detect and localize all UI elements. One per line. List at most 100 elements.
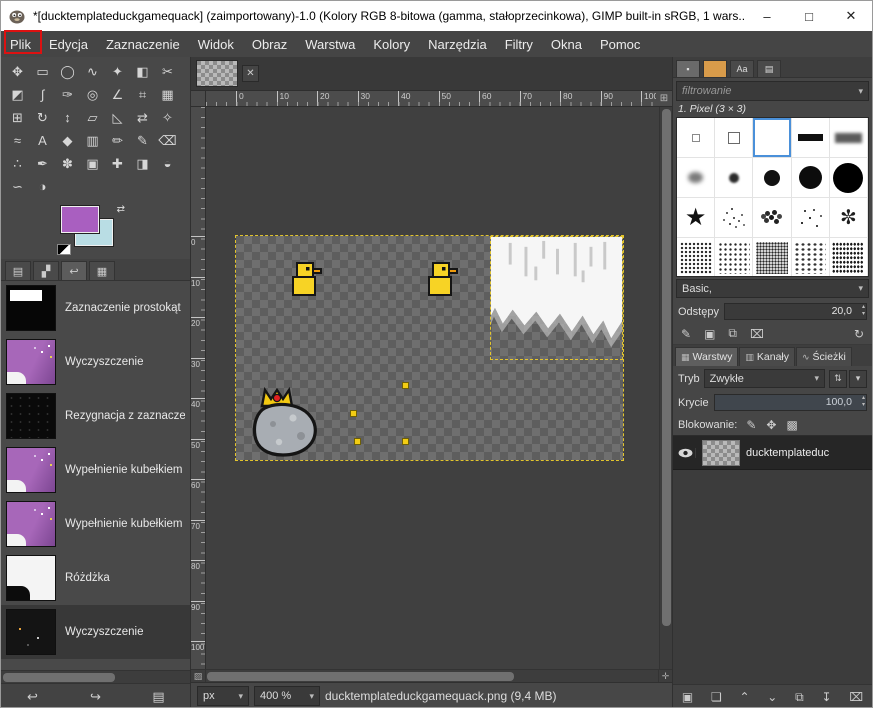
swap-colors-icon[interactable]: ⇄ xyxy=(117,204,125,215)
duplicate-brush-button[interactable]: ⧉ xyxy=(728,326,737,341)
perspective-tool[interactable]: ◺ xyxy=(105,106,130,129)
brush-7[interactable] xyxy=(715,158,754,198)
history-item[interactable]: Zaznaczenie prostokąt xyxy=(1,281,190,335)
heal-tool[interactable]: ✚ xyxy=(105,152,130,175)
canvas-viewport[interactable] xyxy=(206,107,659,669)
delete-layer-button[interactable]: ⌧ xyxy=(849,690,863,704)
history-item[interactable]: Wypełnienie kubełkiem xyxy=(1,443,190,497)
brush-12[interactable] xyxy=(715,198,754,238)
menu-widok[interactable]: Widok xyxy=(189,33,243,56)
patterns-tab[interactable] xyxy=(703,60,727,77)
images-tab[interactable]: ▦ xyxy=(89,261,115,280)
menu-okna[interactable]: Okna xyxy=(542,33,591,56)
image-tab-close-icon[interactable]: ✕ xyxy=(242,65,259,82)
brush-20[interactable] xyxy=(830,238,868,276)
tab-sciezki[interactable]: ∿ Ścieżki xyxy=(796,347,852,366)
brush-tag-filter[interactable]: Basic, ▾ xyxy=(676,279,869,298)
tab-warstwy[interactable]: ▦ Warstwy xyxy=(675,347,739,366)
brush-4[interactable] xyxy=(791,118,830,158)
crop-tool[interactable]: ⌗ xyxy=(130,83,155,106)
mode-menu-button[interactable]: ▾ xyxy=(849,369,867,388)
zoom-tool[interactable]: ◎ xyxy=(80,83,105,106)
menu-kolory[interactable]: Kolory xyxy=(364,33,419,56)
layer-row[interactable]: ducktemplateduc xyxy=(673,436,872,470)
ink-tool[interactable]: ✒ xyxy=(30,152,55,175)
edit-brush-button[interactable]: ✎ xyxy=(681,327,691,341)
eraser-tool[interactable]: ⌫ xyxy=(155,129,180,152)
history-item[interactable]: Wyczyszczenie xyxy=(1,605,190,659)
brush-2[interactable] xyxy=(715,118,754,158)
device-status-tab[interactable]: ▞ xyxy=(33,261,59,280)
menu-obraz[interactable]: Obraz xyxy=(243,33,296,56)
scale-tool[interactable]: ↕ xyxy=(55,106,80,129)
lock-pixels-icon[interactable]: ✎ xyxy=(746,418,756,432)
menu-filtry[interactable]: Filtry xyxy=(496,33,542,56)
quickmask-toggle[interactable]: ▨ xyxy=(191,670,206,682)
history-clear-button[interactable]: ▤ xyxy=(146,689,172,705)
brush-10[interactable] xyxy=(829,158,868,198)
text-tool[interactable]: A xyxy=(30,129,55,152)
select-by-color-tool[interactable]: ◧ xyxy=(130,60,155,83)
brush-pixel-3x3[interactable] xyxy=(753,118,792,158)
measure-tool[interactable]: ∠ xyxy=(105,83,130,106)
lock-alpha-icon[interactable]: ▩ xyxy=(786,418,797,432)
horizontal-scrollbar-thumb[interactable] xyxy=(207,672,515,681)
brush-filter-input[interactable]: filtrowanie ▾ xyxy=(676,81,869,101)
delete-brush-button[interactable]: ⌧ xyxy=(750,327,764,341)
history-undo-button[interactable]: ↩ xyxy=(20,689,46,705)
spinner-arrows-icon[interactable]: ▴ ▾ xyxy=(862,395,865,409)
horizontal-scrollbar[interactable] xyxy=(206,670,658,682)
brush-18[interactable] xyxy=(753,238,792,276)
airbrush-tool[interactable]: ∴ xyxy=(5,152,30,175)
tab-kanaly[interactable]: ▥ Kanały xyxy=(739,347,795,366)
layer-visibility-toggle[interactable] xyxy=(676,447,696,458)
brush-6[interactable] xyxy=(677,158,716,198)
lock-position-icon[interactable]: ✥ xyxy=(766,418,776,432)
history-item[interactable]: Różdżka xyxy=(1,551,190,605)
new-layer-button[interactable]: ▣ xyxy=(682,690,693,704)
brush-5[interactable] xyxy=(829,118,868,158)
mypaint-brush-tool[interactable]: ✽ xyxy=(55,152,80,175)
menu-warstwa[interactable]: Warstwa xyxy=(296,33,364,56)
default-colors-icon[interactable] xyxy=(57,244,71,255)
flip-tool[interactable]: ⇄ xyxy=(130,106,155,129)
foreground-select-tool[interactable]: ◩ xyxy=(5,83,30,106)
zoom-fit-toggle[interactable]: ⊞ xyxy=(656,91,672,107)
history-item[interactable]: Wyczyszczenie xyxy=(1,335,190,389)
align-tool[interactable]: ⊞ xyxy=(5,106,30,129)
perspective-clone-tool[interactable]: ◨ xyxy=(130,152,155,175)
navigation-icon[interactable]: ✛ xyxy=(658,670,672,682)
history-redo-button[interactable]: ↪ xyxy=(83,689,109,705)
cage-transform-tool[interactable]: ✧ xyxy=(155,106,180,129)
menu-zaznaczenie[interactable]: Zaznaczenie xyxy=(97,33,189,56)
anchor-layer-button[interactable]: ↧ xyxy=(821,690,831,704)
mode-switch-button[interactable]: ⇅ xyxy=(829,369,847,388)
menu-pomoc[interactable]: Pomoc xyxy=(591,33,649,56)
scissors-select-tool[interactable]: ✂ xyxy=(155,60,180,83)
brush-11[interactable] xyxy=(677,198,716,238)
color-picker-tool[interactable]: ✑ xyxy=(55,83,80,106)
blur-sharpen-tool[interactable]: ◒ xyxy=(155,152,180,175)
paintbrush-tool[interactable]: ✎ xyxy=(130,129,155,152)
pencil-tool[interactable]: ✏ xyxy=(105,129,130,152)
brush-17[interactable] xyxy=(715,238,754,276)
undo-history-tab[interactable]: ↩ xyxy=(61,261,87,280)
close-button[interactable]: ✕ xyxy=(830,1,872,31)
brush-14[interactable] xyxy=(791,198,830,238)
menu-plik[interactable]: Plik xyxy=(1,33,40,56)
free-select-tool[interactable]: ∿ xyxy=(80,60,105,83)
image-tab-thumbnail[interactable] xyxy=(196,60,238,87)
move-tool[interactable]: ✥ xyxy=(5,60,30,83)
brush-19[interactable] xyxy=(792,238,830,276)
ellipse-select-tool[interactable]: ◯ xyxy=(55,60,80,83)
unified-transform-tool[interactable]: ▦ xyxy=(155,83,180,106)
spinner-arrows-icon[interactable]: ▴ ▾ xyxy=(862,304,865,318)
opacity-slider[interactable]: 100,0 ▴ ▾ xyxy=(713,394,867,411)
lower-layer-button[interactable]: ⌄ xyxy=(767,690,777,704)
dodge-burn-tool[interactable]: ◑ xyxy=(30,175,55,198)
vertical-scrollbar[interactable] xyxy=(659,107,672,669)
layer-mode-select[interactable]: Zwykłe ▾ xyxy=(703,369,825,388)
brushes-tab[interactable]: ▪ xyxy=(676,60,700,77)
duplicate-layer-button[interactable]: ⧉ xyxy=(795,690,804,705)
history-item[interactable]: Rezygnacja z zaznacze xyxy=(1,389,190,443)
